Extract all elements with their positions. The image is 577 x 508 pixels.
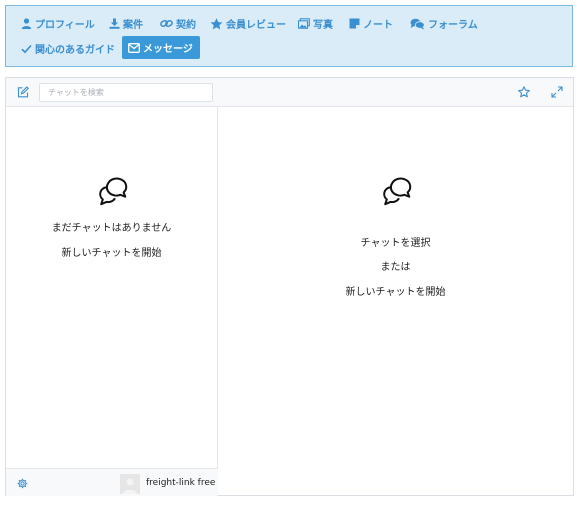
user-avatar-icon [123,478,137,494]
chat-detail: チャットを選択 または 新しいチャットを開始 [218,107,573,495]
nav-member-reviews[interactable]: 会員レビュー [210,16,286,31]
nav-projects-label: 案件 [123,20,143,31]
expand-icon[interactable] [551,86,563,98]
envelope-icon [128,42,140,53]
star-icon[interactable] [518,86,530,98]
star-icon [210,17,223,29]
comments-icon [410,18,425,30]
user-icon [21,18,32,29]
nav-messages-label: メッセージ [143,44,193,55]
start-chat-text: 新しいチャットを開始 [61,248,162,259]
no-chats-text: まだチャットはありません [51,223,172,234]
download-icon [109,18,120,29]
chat-footer: freight-link free [6,468,218,496]
start-new-chat-text: 新しいチャットを開始 [345,287,446,298]
username: freight-link free [146,478,216,488]
top-nav: プロフィール 案件 契約 会員レビュー 写真 ノート フォーラム 関心のあるガイ… [5,5,573,67]
chat-search-input[interactable] [39,83,213,102]
nav-photos[interactable]: 写真 [298,16,333,31]
nav-contracts-label: 契約 [176,20,196,31]
nav-contracts[interactable]: 契約 [160,16,196,31]
nav-profile-label: プロフィール [35,20,95,31]
chat-panel: まだチャットはありません 新しいチャットを開始 チャットを選択 または 新しいチ… [5,77,574,496]
chat-toolbar [6,78,573,107]
nav-profile[interactable]: プロフィール [21,16,95,31]
new-chat-icon[interactable] [17,86,29,98]
nav-notes-label: ノート [363,20,393,31]
nav-forum[interactable]: フォーラム [410,16,478,31]
or-text: または [380,262,411,273]
nav-interest-guide[interactable]: 関心のあるガイド [21,41,115,56]
nav-projects[interactable]: 案件 [109,16,143,31]
check-icon [21,44,32,53]
nav-interest-guide-label: 関心のあるガイド [35,45,115,56]
nav-messages[interactable]: メッセージ [122,36,200,59]
chat-bubbles-icon [383,177,412,206]
photo-icon [298,18,310,29]
nav-photos-label: 写真 [313,20,333,31]
chat-bubbles-icon [99,177,128,206]
nav-forum-label: フォーラム [428,20,478,31]
settings-icon[interactable] [17,478,28,489]
avatar[interactable] [120,474,140,494]
chat-list: まだチャットはありません 新しいチャットを開始 [6,107,218,495]
select-chat-text: チャットを選択 [360,238,431,249]
nav-notes[interactable]: ノート [349,16,393,31]
note-icon [349,18,360,29]
link-icon [160,19,173,28]
nav-member-reviews-label: 会員レビュー [226,20,286,31]
